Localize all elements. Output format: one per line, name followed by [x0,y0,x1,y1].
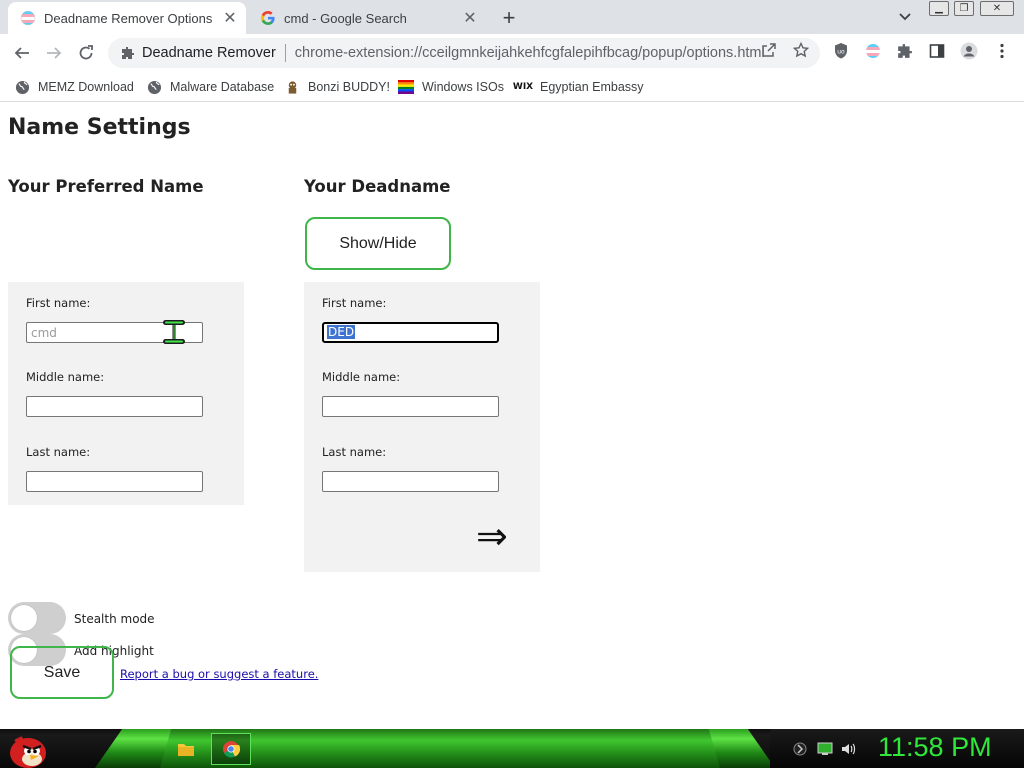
bookmark-label: Windows ISOs [422,80,504,94]
last-name-label: Last name: [322,445,387,459]
deadname-middle-name-input[interactable] [322,396,499,417]
first-name-label: First name: [322,296,387,310]
preferred-name-panel: First name: Middle name: Last name: [8,282,244,505]
chrome-taskbar-icon[interactable] [211,733,251,765]
close-tab-icon[interactable]: ✕ [220,8,240,28]
stealth-mode-toggle[interactable] [8,602,66,634]
report-bug-link[interactable]: Report a bug or suggest a feature. [120,667,318,681]
save-button[interactable]: Save [10,646,114,699]
tab-label: Deadname Remover Options [44,10,213,26]
bookmark-label: Malware Database [170,80,275,94]
forward-arrow-icon[interactable] [42,41,66,65]
tab-cmd-google-search[interactable]: cmd - Google Search ✕ [248,2,486,34]
deadname-first-name-input[interactable]: DED [322,322,499,343]
bookmarks-bar: MEMZ Download Malware Database Bonzi BUD… [0,72,1024,102]
new-tab-plus-icon[interactable]: + [498,5,520,30]
profile-avatar-icon[interactable] [960,42,978,60]
close-window-icon[interactable]: ✕ [980,1,1014,16]
google-g-icon [260,10,276,26]
right-double-arrow-icon[interactable]: ⇒ [476,514,508,558]
chevron-down-icon[interactable] [896,8,914,26]
globe-icon [14,79,30,95]
bookmark-windows-isos[interactable]: Windows ISOs [398,76,504,98]
selected-text: DED [327,325,356,339]
site-label: Deadname Remover [142,45,276,61]
stealth-mode-label: Stealth mode [74,612,155,626]
rainbow-flag-icon [398,79,414,95]
preferred-last-name-input[interactable] [26,471,203,492]
tab-deadname-remover-options[interactable]: Deadname Remover Options ✕ [8,2,246,34]
close-tab-icon[interactable]: ✕ [460,8,480,28]
deadname-heading: Your Deadname [304,177,451,196]
tab-label: cmd - Google Search [284,10,407,26]
text-cursor-icon [163,320,185,344]
preferred-name-heading: Your Preferred Name [8,177,204,196]
omnibox-divider [284,44,286,62]
volume-tray-icon[interactable] [841,741,857,757]
first-name-label: First name: [26,296,91,310]
wix-icon: WIX [512,82,534,92]
share-icon[interactable] [760,41,778,59]
network-tray-icon[interactable] [792,741,808,757]
last-name-label: Last name: [26,445,91,459]
taskbar: 11:58 PM [0,729,1024,768]
file-explorer-taskbar-icon[interactable] [166,733,206,765]
middle-name-label: Middle name: [26,370,105,384]
ublock-shield-icon[interactable]: uo [832,42,850,60]
svg-text:uo: uo [837,49,845,56]
monitor-tray-icon[interactable] [817,741,833,757]
side-panel-icon[interactable] [928,42,946,60]
tab-strip: Deadname Remover Options ✕ cmd - Google … [0,0,1024,34]
preferred-middle-name-input[interactable] [26,396,203,417]
url-text: chrome-extension://cceilgmnkeijahkehfcgf… [294,45,765,61]
kebab-menu-icon[interactable] [993,42,1011,60]
minimize-window-icon[interactable]: ▁ [929,1,949,16]
puzzle-piece-icon [120,45,136,61]
bookmark-label: Bonzi BUDDY! [308,80,390,94]
bookmark-bonzi-buddy[interactable]: Bonzi BUDDY! [284,76,390,98]
toggle-knob [11,605,37,631]
extensions-puzzle-icon[interactable] [896,42,914,60]
bookmark-label: MEMZ Download [38,80,134,94]
taskbar-clock[interactable]: 11:58 PM [878,732,992,763]
back-arrow-icon[interactable] [10,41,34,65]
deadname-panel: First name: DED Middle name: Last name: … [304,282,540,572]
bonzi-icon [284,79,300,95]
restore-window-icon[interactable]: ❐ [954,1,974,16]
deadname-last-name-input[interactable] [322,471,499,492]
bookmark-memz-download[interactable]: MEMZ Download [14,76,134,98]
page-title: Name Settings [8,115,191,140]
middle-name-label: Middle name: [322,370,401,384]
angry-bird-start-icon[interactable] [6,729,52,768]
options-page: Name Settings Your Preferred Name Your D… [0,103,1024,729]
globe-icon [146,79,162,95]
bookmark-malware-database[interactable]: Malware Database [146,76,274,98]
bookmark-label: Egyptian Embassy [540,80,644,94]
address-bar[interactable]: Deadname Remover chrome-extension://ccei… [108,38,820,68]
trans-flag-extension-icon[interactable] [864,42,882,60]
star-bookmark-icon[interactable] [792,41,810,59]
reload-icon[interactable] [74,41,98,65]
show-hide-button[interactable]: Show/Hide [305,217,451,270]
bookmark-egyptian-embassy[interactable]: WIX Egyptian Embassy [512,76,644,98]
trans-flag-icon [20,10,36,26]
